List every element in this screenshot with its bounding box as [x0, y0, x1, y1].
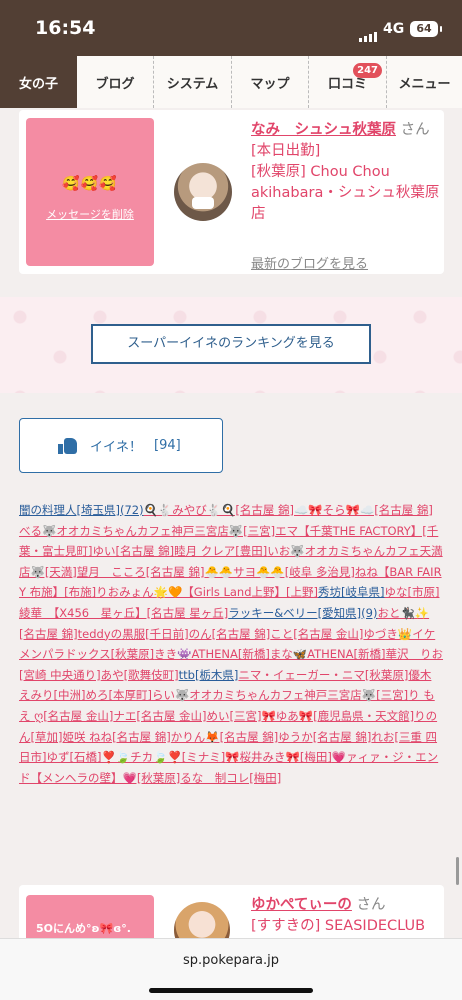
liker-link[interactable]: あや[歌舞伎町] — [101, 668, 179, 682]
liker-link[interactable]: 闇の料理人[埼玉県](72) — [19, 503, 144, 517]
honorific: さん — [400, 122, 430, 138]
liker-link[interactable]: ゆず[石橋] — [47, 750, 102, 764]
url-text[interactable]: sp.pokepara.jp — [0, 953, 462, 968]
like-count: [94] — [154, 438, 181, 453]
thumbs-up-icon — [58, 437, 78, 454]
latest-blog-link[interactable]: 最新のブログを見る — [251, 254, 368, 275]
nav-tab[interactable]: ブログ — [77, 56, 154, 108]
likers-list: 闇の料理人[埼玉県](72)🍳🐇みやび🐇🍳[名古屋 錦]☁️🎀そら🎀☁️[名古屋… — [19, 500, 444, 788]
scrollbar[interactable] — [456, 857, 459, 885]
liker-link[interactable]: 姫咲 ねね[名古屋 錦] — [62, 730, 170, 744]
liker-link[interactable]: ❣️🍃チカ🍃❣️[ミナミ] — [101, 750, 225, 764]
delete-message-link[interactable]: メッセージを削除 — [26, 206, 154, 222]
honorific-2: さん — [356, 897, 386, 913]
avatar[interactable] — [174, 163, 232, 221]
status-time: 16:54 — [35, 17, 96, 39]
like-label: イイネ！ — [90, 440, 143, 455]
liker-link[interactable]: teddyの黒服[千日前] — [78, 627, 189, 641]
ranking-button[interactable]: スーパーイイネのランキングを見る — [91, 324, 371, 364]
liker-link[interactable]: らい🐺オオカミちゃんカフェ神戸三宮店🐺[三宮] — [152, 688, 408, 702]
message-box: 🥰🥰🥰 メッセージを削除 — [26, 118, 154, 266]
liker-link[interactable]: ☁️🎀そら🎀☁️[名古屋 錦] — [294, 503, 433, 517]
liker-link[interactable]: のん[名古屋 錦] — [189, 627, 271, 641]
nav-tab-label: メニュー — [398, 76, 451, 92]
liker-link[interactable]: ゆな[市原] — [384, 585, 439, 599]
nav-tab-label: マップ — [250, 76, 290, 92]
shop-name-2[interactable]: [すすきの] SEASIDECLUB — [251, 918, 425, 934]
liker-link[interactable]: 望月 こころ[名古屋 錦] — [77, 565, 205, 579]
main-nav: 女の子 ブログ システム マップ 口コミ 247 メニュー — [0, 56, 462, 108]
liker-link[interactable]: ナエ[名古屋 金山] — [113, 709, 206, 723]
home-indicator — [149, 988, 313, 993]
liker-link[interactable]: 綾華 【X456 星ヶ丘】[名古屋 星ヶ丘] — [19, 606, 228, 620]
shop-name[interactable]: [秋葉原] Chou Chou akihabara・シュシュ秋葉原店 — [251, 164, 439, 222]
liker-link[interactable]: かりん🦊[名古屋 錦] — [171, 730, 278, 744]
profile-name-link[interactable]: なみ シュシュ秋葉原 — [251, 122, 396, 138]
ranking-band: スーパーイイネのランキングを見る — [0, 297, 462, 393]
nav-tab[interactable]: システム — [154, 56, 232, 108]
liker-link[interactable]: 🐣🐣サヨ🐣🐣[岐阜 多治見] — [204, 565, 354, 579]
liker-link[interactable]: ttb[栃木県] — [179, 668, 239, 682]
liker-link[interactable]: りおみょん🌟🧡【Girls Land上野】[上野] — [96, 585, 318, 599]
liker-link[interactable]: めい[三宮] — [206, 709, 261, 723]
battery-icon: 64 — [410, 21, 442, 37]
liker-link[interactable]: 🍳🐇みやび🐇🍳[名古屋 錦] — [144, 503, 294, 517]
like-button[interactable]: イイネ！ [94] — [19, 418, 223, 473]
liker-link[interactable]: めろ[本厚町] — [85, 688, 151, 702]
nav-tab[interactable]: マップ — [232, 56, 309, 108]
nav-tab-label: ブログ — [95, 76, 135, 92]
profile-name-link-2[interactable]: ゆかぺてぃーの — [251, 897, 352, 913]
liker-link[interactable]: まな🦋ATHENA[新橋] — [270, 647, 386, 661]
status-bar: 16:54 4G 64 — [0, 0, 462, 56]
liker-link[interactable]: るな 制コレ[梅田] — [180, 771, 281, 785]
message-emoji: 🥰🥰🥰 — [62, 176, 118, 192]
work-status: [本日出勤] — [251, 143, 321, 159]
liker-link[interactable]: べる🐺オオカミちゃんカフェ神戸三宮店🐺[三宮] — [19, 524, 275, 538]
signal-icon — [359, 23, 379, 42]
mask-graphic — [192, 197, 214, 209]
liker-link[interactable]: 睦月 クレア[豊田] — [174, 544, 267, 558]
top-header: 16:54 4G 64 女の子 ブログ システム マップ 口コミ 247 メニュー — [0, 0, 462, 108]
nav-tab-label: システム — [166, 76, 219, 92]
liker-link[interactable]: ゆい[名古屋 錦] — [93, 544, 175, 558]
nav-tab[interactable]: 口コミ 247 — [309, 56, 387, 108]
message-text: 5Oにんめ°ʚ🎀ɞ°. — [36, 922, 131, 935]
nav-tab[interactable]: メニュー — [387, 56, 462, 108]
liker-link[interactable]: ゆうか[名古屋 錦] — [278, 730, 371, 744]
liker-link[interactable]: 🎀桜井みき🎀[梅田] — [225, 750, 332, 764]
message-card: 🥰🥰🥰 メッセージを削除 なみ シュシュ秋葉原 さん [本日出勤] [秋葉原] C… — [19, 110, 444, 274]
liker-link[interactable]: きき👾ATHENA[新橋] — [154, 647, 270, 661]
liker-link[interactable]: 秀坊[岐阜県] — [318, 585, 384, 599]
liker-link[interactable]: ラッキー&ベリー[愛知県](9) — [228, 606, 377, 620]
nav-tab-label: 女の子 — [18, 76, 58, 92]
profile-info: なみ シュシュ秋葉原 さん [本日出勤] [秋葉原] Chou Chou akih… — [251, 120, 441, 272]
profile-info-2: ゆかぺてぃーの さん [すすきの] SEASIDECLUB — [251, 895, 441, 937]
liker-link[interactable]: こと[名古屋 金山] — [270, 627, 363, 641]
nav-tab[interactable]: 女の子 — [0, 56, 77, 108]
browser-url-bar: sp.pokepara.jp — [0, 938, 462, 1000]
liker-link[interactable]: ニマ・イェーガー・ニマ[秋葉原] — [238, 668, 408, 682]
liker-link[interactable]: 🎀ゆあ🎀[鹿児島県・天文館] — [261, 709, 414, 723]
review-count-badge: 247 — [353, 63, 382, 78]
network-label: 4G — [383, 21, 405, 37]
